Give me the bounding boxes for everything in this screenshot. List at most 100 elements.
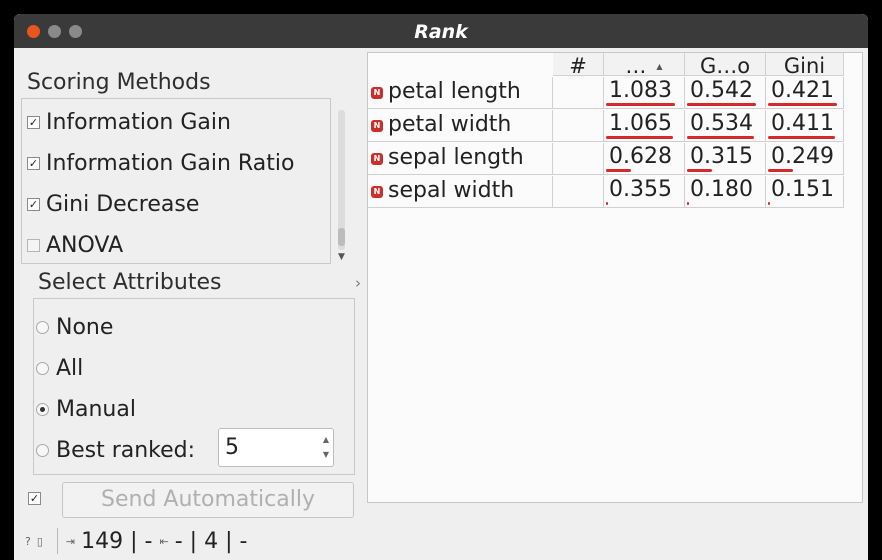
- index-cell: [553, 143, 604, 175]
- ranking-table-panel: # … ▲ G…o Gini N petal length 1.083 0.542: [367, 52, 863, 503]
- checkbox-icon[interactable]: ✓: [27, 197, 40, 211]
- attribute-name: petal length: [388, 79, 521, 104]
- spin-up-icon[interactable]: ▲: [321, 432, 331, 447]
- window-title: Rank: [414, 21, 468, 43]
- scroll-down-icon[interactable]: ▼: [338, 252, 345, 262]
- radio-manual[interactable]: Manual: [36, 392, 136, 426]
- score-bar: [687, 202, 689, 205]
- column-header-index[interactable]: #: [553, 53, 604, 76]
- radio-none[interactable]: None: [36, 310, 113, 344]
- gini-cell[interactable]: 0.249: [766, 143, 844, 175]
- scoring-methods-list[interactable]: ✓ Information Gain ✓ Information Gain Ra…: [21, 98, 331, 264]
- gain-ratio-cell[interactable]: 0.534: [685, 110, 766, 142]
- attribute-name: petal width: [388, 112, 512, 137]
- attribute-name-cell[interactable]: N petal length: [368, 77, 553, 109]
- radio-icon[interactable]: [36, 402, 49, 416]
- score-value: 0.411: [771, 111, 834, 136]
- sort-ascending-icon[interactable]: ▲: [656, 62, 662, 71]
- checkbox-icon[interactable]: [27, 238, 40, 252]
- column-header-label: …: [625, 54, 647, 76]
- send-automatically-checkbox[interactable]: ✓: [28, 492, 41, 505]
- best-ranked-value[interactable]: 5: [225, 435, 239, 460]
- column-header-gini[interactable]: Gini: [766, 53, 844, 76]
- score-bar: [768, 202, 770, 205]
- radio-icon[interactable]: [36, 361, 49, 375]
- report-icon[interactable]: ▯: [37, 535, 43, 548]
- numeric-variable-icon: N: [371, 153, 383, 165]
- score-bar: [768, 169, 793, 172]
- radio-label: All: [56, 355, 84, 381]
- score-value: 0.249: [771, 144, 834, 169]
- spin-down-icon[interactable]: ▼: [321, 447, 331, 462]
- radio-icon[interactable]: [36, 443, 49, 457]
- score-bar: [606, 103, 675, 106]
- attribute-name: sepal width: [388, 178, 515, 203]
- checkbox-icon[interactable]: ✓: [27, 115, 40, 129]
- attribute-name: sepal length: [388, 145, 524, 170]
- radio-all[interactable]: All: [36, 351, 83, 385]
- status-bar: ? ▯ ⇥ 149 | - ⇤ - | 4 | -: [25, 526, 247, 556]
- score-value: 0.315: [690, 144, 753, 169]
- score-value: 0.355: [609, 177, 672, 202]
- gain-ratio-cell[interactable]: 0.180: [685, 176, 766, 208]
- score-bar: [687, 103, 756, 106]
- radio-icon[interactable]: [36, 320, 49, 334]
- score-value: 0.421: [771, 78, 834, 103]
- index-cell: [553, 176, 604, 208]
- column-header-info-gain[interactable]: … ▲: [604, 53, 685, 76]
- chevron-right-icon[interactable]: ›: [355, 274, 361, 292]
- help-icon[interactable]: ?: [25, 535, 31, 548]
- score-bar: [768, 103, 837, 106]
- scoring-item-gini-decrease[interactable]: ✓ Gini Decrease: [27, 187, 199, 221]
- score-value: 1.083: [609, 78, 672, 103]
- numeric-variable-icon: N: [371, 186, 383, 198]
- info-gain-cell[interactable]: 1.083: [604, 77, 685, 109]
- scoring-scrollbar[interactable]: ▼: [335, 98, 348, 262]
- rank-window: Rank Scoring Methods ✓ Information Gain …: [14, 14, 868, 560]
- score-bar: [687, 136, 754, 139]
- gini-cell[interactable]: 0.421: [766, 77, 844, 109]
- radio-label: Best ranked:: [56, 437, 196, 463]
- gini-cell[interactable]: 0.411: [766, 110, 844, 142]
- status-separator: |: [225, 528, 233, 554]
- info-gain-cell[interactable]: 0.628: [604, 143, 685, 175]
- score-bar: [687, 169, 712, 172]
- best-ranked-spinbox[interactable]: 5 ▲ ▼: [218, 428, 334, 467]
- info-gain-cell[interactable]: 1.065: [604, 110, 685, 142]
- gini-cell[interactable]: 0.151: [766, 176, 844, 208]
- input-count: 149: [81, 528, 124, 554]
- attribute-name-cell[interactable]: N sepal width: [368, 176, 553, 208]
- score-value: 0.542: [690, 78, 753, 103]
- panel-splitter[interactable]: ›: [353, 48, 365, 560]
- output-icon: ⇤: [159, 534, 169, 548]
- scoring-item-label: Information Gain: [46, 109, 231, 135]
- scoring-item-information-gain-ratio[interactable]: ✓ Information Gain Ratio: [27, 146, 294, 180]
- attribute-name-cell[interactable]: N sepal length: [368, 143, 553, 175]
- gain-ratio-cell[interactable]: 0.315: [685, 143, 766, 175]
- info-gain-cell[interactable]: 0.355: [604, 176, 685, 208]
- score-bar: [606, 169, 631, 172]
- title-bar: Rank: [14, 14, 868, 48]
- index-cell: [553, 77, 604, 109]
- attribute-name-cell[interactable]: N petal width: [368, 110, 553, 142]
- scoring-item-anova[interactable]: ANOVA: [27, 228, 123, 262]
- gain-ratio-cell[interactable]: 0.542: [685, 77, 766, 109]
- scoring-item-label: Information Gain Ratio: [46, 150, 295, 176]
- scoring-item-label: Gini Decrease: [46, 191, 200, 217]
- status-separator: |: [189, 528, 198, 554]
- checkbox-icon[interactable]: ✓: [27, 156, 40, 170]
- send-automatically-button[interactable]: Send Automatically: [62, 482, 354, 518]
- control-panel: Scoring Methods ✓ Information Gain ✓ Inf…: [14, 48, 355, 560]
- scrollbar-thumb[interactable]: [338, 228, 345, 246]
- radio-label: Manual: [56, 396, 136, 422]
- input-icon: ⇥: [65, 534, 76, 548]
- spin-arrows[interactable]: ▲ ▼: [321, 432, 331, 462]
- score-bar: [606, 202, 608, 205]
- scoring-item-label: ANOVA: [46, 232, 124, 258]
- radio-best-ranked[interactable]: Best ranked:: [36, 433, 195, 467]
- scoring-item-information-gain[interactable]: ✓ Information Gain: [27, 105, 231, 139]
- select-attributes-label: Select Attributes: [36, 270, 224, 295]
- score-value: 0.534: [690, 111, 753, 136]
- column-header-gain-ratio[interactable]: G…o: [685, 53, 766, 76]
- numeric-variable-icon: N: [371, 87, 383, 99]
